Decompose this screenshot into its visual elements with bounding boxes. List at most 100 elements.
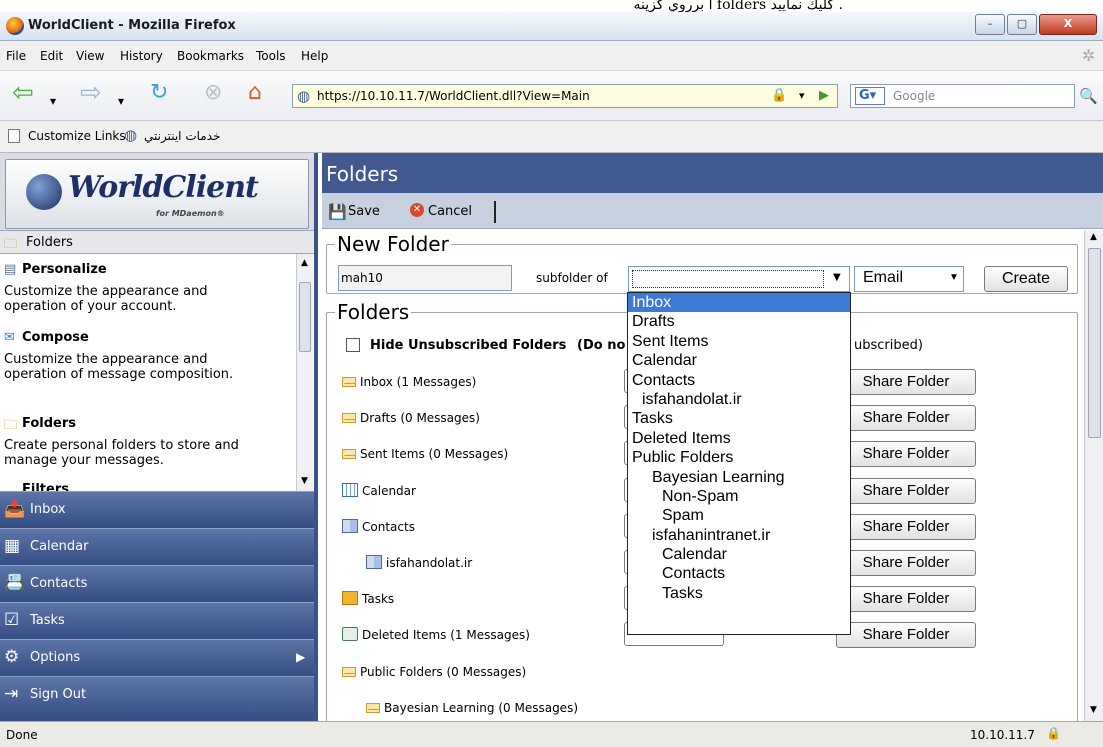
scroll-up-icon[interactable]: ▲ — [301, 258, 308, 268]
reload-icon[interactable]: ↻ — [150, 81, 168, 105]
folders-link[interactable]: Folders — [22, 416, 76, 431]
nav-contacts[interactable]: 📇 Contacts — [0, 565, 314, 602]
hide-note-end: ubscribed) — [854, 338, 923, 353]
globe-logo-icon — [26, 174, 62, 210]
search-icon[interactable]: 🔍 — [1079, 84, 1098, 108]
hide-unsubscribed-label: Hide Unsubscribed Folders — [370, 338, 567, 353]
dropdown-option[interactable]: Calendar — [628, 351, 850, 370]
content-scroll-thumb[interactable] — [1088, 248, 1101, 438]
close-window-button[interactable]: X — [1039, 14, 1097, 35]
folder-type-select[interactable]: Email ▼ — [854, 266, 964, 292]
menu-view[interactable]: View — [76, 49, 104, 63]
left-panel-header-label: Folders — [26, 235, 73, 250]
dropdown-option[interactable]: Public Folders — [628, 448, 850, 467]
lock-icon[interactable]: 🔒 — [771, 88, 787, 103]
content-scrollbar[interactable]: ▲ ▼ — [1084, 230, 1103, 721]
dropdown-option[interactable]: isfahanintranet.ir — [628, 526, 850, 545]
forward-dropdown-icon[interactable]: ▾ — [118, 89, 124, 113]
compose-link[interactable]: Compose — [22, 330, 89, 345]
dropdown-option[interactable]: isfahandolat.ir — [628, 390, 850, 409]
parent-folder-dropdown-list[interactable]: Inbox Drafts Sent Items Calendar Contacts isf… — [627, 292, 851, 635]
nav-calendar[interactable]: ▦ Calendar — [0, 528, 314, 565]
back-dropdown-icon[interactable]: ▾ — [50, 89, 56, 113]
hide-unsubscribed-checkbox[interactable] — [346, 338, 360, 352]
filters-link[interactable]: Filters — [22, 482, 69, 491]
back-icon[interactable]: ⇦ — [12, 80, 34, 106]
dropdown-option[interactable]: Bayesian Learning — [628, 468, 850, 487]
cancel-button[interactable]: Cancel — [428, 204, 472, 219]
scroll-down-icon[interactable]: ▼ — [301, 476, 308, 486]
dropdown-option[interactable]: Non-Spam — [628, 487, 850, 506]
nav-inbox-label: Inbox — [30, 502, 66, 517]
throbber-icon: ✲ — [1082, 46, 1096, 65]
nav-contacts-label: Contacts — [30, 576, 88, 591]
nav-inbox[interactable]: 📥 Inbox — [0, 491, 314, 528]
envelope-icon — [342, 375, 360, 389]
settings-list: ▤ Personalize Customize the appearance a… — [0, 254, 314, 491]
minimize-button[interactable]: – — [975, 14, 1005, 35]
new-folder-name-input[interactable]: mah10 — [338, 265, 512, 291]
customize-links[interactable]: Customize Links — [28, 129, 126, 143]
persian-bookmark[interactable]: خدمات اينترنتي — [144, 129, 220, 143]
scroll-thumb[interactable] — [299, 282, 311, 352]
nav-options[interactable]: ⚙ Options ▶ — [0, 639, 314, 676]
share-folder-button[interactable]: Share Folder — [836, 478, 976, 504]
nav-sign-out[interactable]: ⇥ Sign Out — [0, 676, 314, 721]
menu-file[interactable]: File — [6, 49, 26, 63]
menu-bar: File Edit View History Bookmarks Tools H… — [0, 41, 1103, 71]
menu-help[interactable]: Help — [301, 49, 328, 63]
maximize-button[interactable]: ▢ — [1007, 14, 1037, 35]
nav-tasks[interactable]: ☑ Tasks — [0, 602, 314, 639]
folder-row: Contacts — [342, 517, 415, 537]
dropdown-option[interactable]: Drafts — [628, 312, 850, 331]
url-bar[interactable]: ◍ https://10.10.11.7/WorldClient.dll?Vie… — [292, 84, 838, 108]
window-title: WorldClient - Mozilla Firefox — [28, 18, 236, 33]
create-button[interactable]: Create — [984, 266, 1068, 292]
share-folder-button[interactable]: Share Folder — [836, 405, 976, 431]
search-box[interactable]: G▾ Google — [850, 84, 1075, 108]
share-folder-button[interactable]: Share Folder — [836, 369, 976, 395]
status-host: 10.10.11.7 — [970, 728, 1035, 742]
chevron-down-icon[interactable]: ▼ — [833, 272, 841, 283]
page-title: Folders — [322, 153, 1103, 193]
forward-icon[interactable]: ⇨ — [80, 80, 102, 106]
contacts-icon — [366, 555, 386, 570]
navigation-toolbar: ⇦ ▾ ⇨ ▾ ↻ ⊗ ⌂ ◍ https://10.10.11.7/World… — [0, 71, 1103, 121]
menu-history[interactable]: History — [120, 49, 163, 63]
content-scroll-down-icon[interactable]: ▼ — [1090, 705, 1097, 715]
go-icon[interactable]: ▶ — [819, 88, 829, 103]
share-folder-button[interactable]: Share Folder — [836, 514, 976, 540]
menu-edit[interactable]: Edit — [40, 49, 63, 63]
settings-scrollbar[interactable]: ▲ ▼ — [296, 254, 313, 491]
dropdown-option[interactable]: Calendar — [628, 545, 850, 564]
contacts-icon — [342, 519, 362, 534]
parent-folder-select[interactable]: ▼ — [628, 266, 850, 292]
folder-row: Calendar — [342, 481, 416, 501]
dropdown-option[interactable]: Tasks — [628, 409, 850, 428]
dropdown-option[interactable]: Sent Items — [628, 332, 850, 351]
personalize-link[interactable]: Personalize — [22, 262, 107, 277]
url-history-icon[interactable]: ▾ — [799, 89, 805, 102]
dropdown-option[interactable]: Tasks — [628, 584, 850, 603]
dropdown-option[interactable]: Deleted Items — [628, 429, 850, 448]
content-toolbar: 💾 Save ✕ Cancel — [322, 193, 1103, 229]
menu-tools[interactable]: Tools — [256, 49, 286, 63]
home-icon[interactable]: ⌂ — [248, 81, 262, 105]
share-folder-button[interactable]: Share Folder — [836, 441, 976, 467]
google-engine-icon[interactable]: G▾ — [855, 87, 885, 105]
compose-desc: Customize the appearance and operation o… — [4, 352, 234, 382]
type-chevron-down-icon[interactable]: ▼ — [949, 272, 959, 283]
dropdown-option[interactable]: Contacts — [628, 564, 850, 583]
dropdown-option[interactable]: Spam — [628, 506, 850, 525]
save-button[interactable]: Save — [348, 204, 380, 219]
share-folder-button[interactable]: Share Folder — [836, 586, 976, 612]
menu-bookmarks[interactable]: Bookmarks — [177, 49, 244, 63]
stop-icon[interactable]: ⊗ — [204, 81, 222, 105]
dropdown-option[interactable]: Contacts — [628, 371, 850, 390]
dropdown-option[interactable]: Inbox — [628, 293, 850, 313]
content-scroll-up-icon[interactable]: ▲ — [1090, 232, 1097, 242]
logo-subtext: for MDaemon® — [156, 209, 225, 218]
share-folder-button[interactable]: Share Folder — [836, 550, 976, 576]
share-folder-button[interactable]: Share Folder — [836, 622, 976, 648]
save-icon: 💾 — [328, 203, 347, 221]
